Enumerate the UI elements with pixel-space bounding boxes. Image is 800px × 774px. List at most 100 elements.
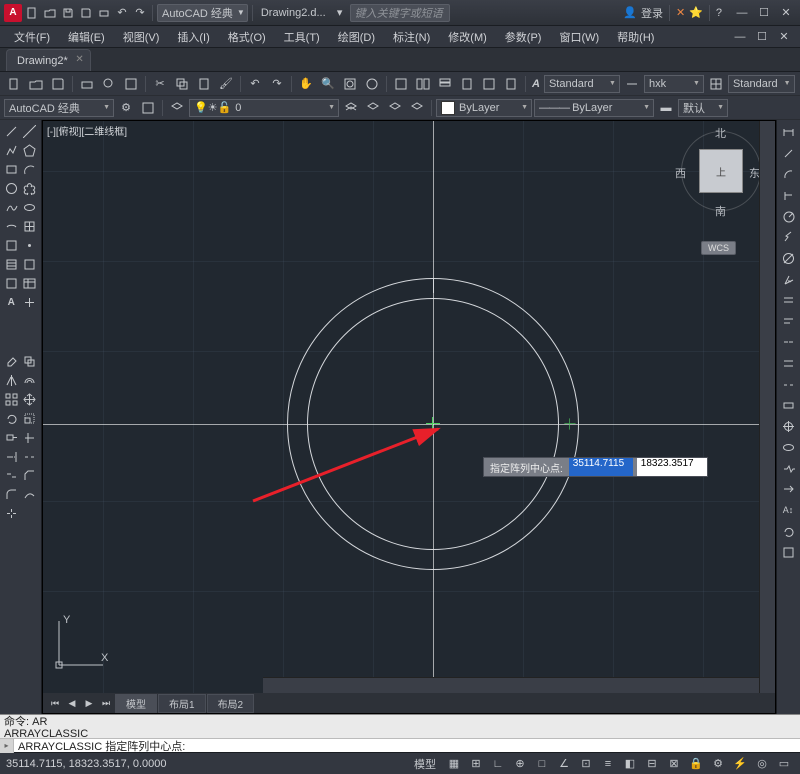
pan-tool-icon[interactable]: ✋	[296, 74, 316, 94]
menu-view[interactable]: 视图(V)	[115, 27, 168, 47]
matchprop-tool-icon[interactable]: 🖌	[216, 74, 236, 94]
new-tool-icon[interactable]	[4, 74, 24, 94]
copy-mod-tool[interactable]	[21, 352, 40, 371]
maximize-button[interactable]: ☐	[754, 5, 774, 21]
menu-dim[interactable]: 标注(N)	[385, 27, 438, 47]
tablestyle-combo[interactable]: Standard	[728, 75, 795, 93]
dim-tool-icon[interactable]	[622, 74, 642, 94]
layeriso-icon[interactable]	[363, 98, 383, 118]
transparency-icon[interactable]: ◧	[620, 755, 640, 773]
close-tab-icon[interactable]: ✕	[75, 54, 83, 65]
scale-tool[interactable]	[21, 409, 40, 428]
wcs-label[interactable]: WCS	[701, 241, 736, 255]
undo-icon[interactable]: ↶	[114, 5, 130, 21]
model-tab[interactable]: 模型	[115, 694, 157, 713]
dim-base-icon[interactable]	[778, 311, 798, 331]
doc-dropdown-icon[interactable]: ▾	[332, 5, 348, 21]
calc-tool-icon[interactable]	[501, 74, 521, 94]
polygon-tool[interactable]	[21, 141, 40, 160]
lineweight-icon[interactable]: ▬	[656, 98, 676, 118]
command-line[interactable]: 命令: AR ARRAYCLASSIC ▸ ARRAYCLASSIC 指定阵列中…	[0, 714, 800, 752]
horizontal-scrollbar[interactable]	[263, 677, 759, 693]
rect-tool[interactable]	[2, 160, 21, 179]
line-tool[interactable]	[2, 122, 21, 141]
fillet-tool[interactable]	[2, 485, 21, 504]
dynamic-input[interactable]: 指定阵列中心点: 35114.7115 18323.3517	[483, 457, 708, 477]
ws-switch-icon[interactable]: ⚙	[708, 755, 728, 773]
ortho-toggle-icon[interactable]: ∟	[488, 755, 508, 773]
chamfer-tool[interactable]	[21, 466, 40, 485]
dim-linear-icon[interactable]	[778, 122, 798, 142]
properties-tool-icon[interactable]	[391, 74, 411, 94]
point-tool[interactable]	[21, 236, 40, 255]
signin-icon[interactable]: 👤	[623, 6, 637, 19]
isolate-icon[interactable]: ◎	[752, 755, 772, 773]
joglinear-icon[interactable]	[778, 458, 798, 478]
prompt-y-input[interactable]: 18323.3517	[637, 458, 707, 476]
open-icon[interactable]	[42, 5, 58, 21]
close-button[interactable]: ✕	[776, 5, 796, 21]
annoscale-icon[interactable]: 🔒	[686, 755, 706, 773]
menu-help[interactable]: 帮助(H)	[609, 27, 662, 47]
dimstyle-icon[interactable]	[778, 542, 798, 562]
dimbreak-icon[interactable]	[778, 374, 798, 394]
grid-toggle-icon[interactable]: ▦	[444, 755, 464, 773]
zoom-tool-icon[interactable]: 🔍	[318, 74, 338, 94]
markup-tool-icon[interactable]	[479, 74, 499, 94]
dim-arc-icon[interactable]	[778, 164, 798, 184]
ellipse-tool[interactable]	[21, 198, 40, 217]
tolerance-icon[interactable]	[778, 395, 798, 415]
prompt-x-input[interactable]: 35114.7115	[569, 458, 633, 476]
zoomprev-tool-icon[interactable]	[362, 74, 382, 94]
color-combo[interactable]: ByLayer	[436, 99, 532, 117]
doc-tab[interactable]: Drawing2* ✕	[6, 49, 91, 71]
layerprev-icon[interactable]	[407, 98, 427, 118]
viewport-label[interactable]: [-][俯视][二维线框]	[47, 123, 127, 138]
workspace-combo-2[interactable]: AutoCAD 经典	[4, 99, 114, 117]
dimstyle-combo[interactable]: hxk	[644, 75, 704, 93]
menu-format[interactable]: 格式(O)	[220, 27, 274, 47]
menu-file[interactable]: 文件(F)	[6, 27, 58, 47]
menu-draw[interactable]: 绘图(D)	[330, 27, 383, 47]
pline-tool[interactable]	[2, 141, 21, 160]
layer-combo[interactable]: 💡 ☀ 🔓 0	[189, 99, 339, 117]
open-tool-icon[interactable]	[26, 74, 46, 94]
table-tool[interactable]	[21, 274, 40, 293]
publish-tool-icon[interactable]	[121, 74, 141, 94]
explode-tool[interactable]	[2, 504, 21, 523]
toolpalette-tool-icon[interactable]	[435, 74, 455, 94]
hatch-tool[interactable]	[2, 255, 21, 274]
tab-last-icon[interactable]: ⏭	[98, 695, 114, 711]
dim-radius-icon[interactable]	[778, 206, 798, 226]
mdi-close-button[interactable]: ✕	[774, 29, 794, 45]
layerstate-icon[interactable]	[341, 98, 361, 118]
sc-toggle-icon[interactable]: ⊠	[664, 755, 684, 773]
dim-ord-icon[interactable]	[778, 185, 798, 205]
menu-insert[interactable]: 插入(I)	[169, 27, 217, 47]
stretch-tool[interactable]	[2, 428, 21, 447]
centermark-icon[interactable]	[778, 416, 798, 436]
print-icon[interactable]	[96, 5, 112, 21]
cleanscreen-icon[interactable]: ▭	[774, 755, 794, 773]
xline-tool[interactable]	[21, 122, 40, 141]
gear-icon[interactable]: ⚙	[116, 98, 136, 118]
dimspace-icon[interactable]	[778, 353, 798, 373]
region-tool[interactable]	[2, 274, 21, 293]
offset-tool[interactable]	[21, 371, 40, 390]
trim-tool[interactable]	[21, 428, 40, 447]
addsel-tool[interactable]	[21, 293, 40, 312]
exp-icon[interactable]	[138, 98, 158, 118]
rotate-tool[interactable]	[2, 409, 21, 428]
layout1-tab[interactable]: 布局1	[158, 694, 206, 713]
search-box[interactable]: 键入关键字或短语	[350, 4, 450, 22]
revcloud-tool[interactable]	[21, 179, 40, 198]
minimize-button[interactable]: —	[732, 5, 752, 21]
new-icon[interactable]	[24, 5, 40, 21]
cut-tool-icon[interactable]: ✂	[150, 74, 170, 94]
dim-ang-icon[interactable]	[778, 269, 798, 289]
gradient-tool[interactable]	[21, 255, 40, 274]
dimedit-icon[interactable]	[778, 479, 798, 499]
table-tool-icon[interactable]	[706, 74, 726, 94]
join-tool[interactable]	[2, 466, 21, 485]
spline-tool[interactable]	[2, 198, 21, 217]
